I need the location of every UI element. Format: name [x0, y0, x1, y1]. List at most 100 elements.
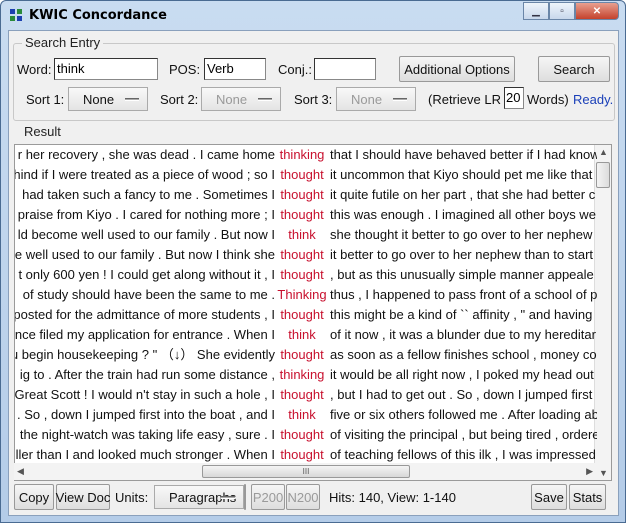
left-context: nce filed my application for entrance . …	[15, 327, 275, 342]
left-context: t only 600 yen ! I could get along witho…	[18, 267, 275, 282]
concordance-row[interactable]: nce filed my application for entrance . …	[15, 325, 597, 345]
scroll-up-icon[interactable]: ▲	[599, 147, 608, 157]
horizontal-scroll-thumb[interactable]: III	[202, 465, 410, 478]
left-context-clip: praise from Kiyo . I cared for nothing m…	[15, 205, 275, 225]
copy-button[interactable]: Copy	[14, 484, 54, 510]
right-context: of teaching fellows of this ilk , I was …	[330, 447, 596, 462]
close-button[interactable]: ✕	[575, 2, 619, 20]
word-label: Word:	[17, 62, 52, 77]
retrieve-label: (Retrieve LR	[428, 92, 501, 107]
right-context: that I should have behaved better if I h…	[330, 147, 597, 162]
search-button[interactable]: Search	[538, 56, 610, 82]
right-context: it uncommon that Kiyo should pet me like…	[330, 167, 593, 182]
conj-label: Conj.:	[278, 62, 312, 77]
left-context: of study should have been the same to me…	[22, 287, 275, 302]
left-context: ld become well used to our family . But …	[17, 227, 275, 242]
left-context: praise from Kiyo . I cared for nothing m…	[17, 207, 275, 222]
concordance-row[interactable]: r her recovery , she was dead . I came h…	[15, 145, 597, 165]
keyword: thought	[280, 427, 324, 442]
left-context-clip: hind if I were treated as a piece of woo…	[15, 165, 275, 185]
right-context: she thought it better to go over to her …	[330, 227, 593, 242]
scroll-right-icon[interactable]: ▶	[586, 466, 593, 477]
left-context: the night-watch was taking life easy , s…	[19, 427, 275, 442]
stats-button[interactable]: Stats	[569, 484, 606, 510]
keyword: think	[288, 227, 316, 242]
keyword: thought	[280, 347, 324, 362]
right-context: of visiting the principal , but being ti…	[330, 427, 597, 442]
concordance-row[interactable]: the night-watch was taking life easy , s…	[15, 425, 597, 445]
left-context: hind if I were treated as a piece of woo…	[15, 167, 275, 182]
right-context: five or six others followed me . After l…	[330, 407, 597, 422]
left-context-clip: of study should have been the same to me…	[15, 285, 275, 305]
scroll-down-icon[interactable]: ▼	[599, 468, 608, 478]
view-doc-button[interactable]: View Doc	[56, 484, 110, 510]
maximize-button[interactable]: ▫	[549, 2, 575, 20]
result-legend: Result	[21, 124, 64, 139]
units-select[interactable]: Paragraphs	[154, 485, 244, 509]
left-context-clip: u begin housekeeping ? " （↓） She evident…	[15, 345, 275, 365]
concordance-row[interactable]: e well used to our family . But now I th…	[15, 245, 597, 265]
right-context: it would be all right now , I poked my h…	[330, 367, 594, 382]
sort2-select[interactable]: None	[201, 87, 281, 111]
additional-options-button[interactable]: Additional Options	[399, 56, 515, 82]
left-context: u begin housekeeping ? " （↓） She evident…	[15, 347, 275, 362]
sort3-value: None	[351, 92, 383, 107]
horizontal-scrollbar[interactable]: ◀ III ▶	[14, 463, 596, 480]
right-context: thus , I happened to pass front of a sch…	[330, 287, 597, 302]
search-entry-group: Search Entry Word: think POS: Verb Conj.…	[13, 35, 615, 121]
concordance-row[interactable]: ller than I and looked much stronger . W…	[15, 445, 597, 465]
sort3-select[interactable]: None	[336, 87, 416, 111]
concordance-row[interactable]: t only 600 yen ! I could get along witho…	[15, 265, 597, 285]
left-context-clip: e well used to our family . But now I th…	[15, 245, 275, 265]
pos-input[interactable]: Verb	[204, 58, 266, 80]
concordance-row[interactable]: had taken such a fancy to me . Sometimes…	[15, 185, 597, 205]
keyword: thought	[280, 447, 324, 462]
left-context-clip: t only 600 yen ! I could get along witho…	[15, 265, 275, 285]
vertical-scroll-thumb[interactable]	[596, 162, 610, 188]
concordance-row[interactable]: ig to . After the train had run some dis…	[15, 365, 597, 385]
left-context-clip: ld become well used to our family . But …	[15, 225, 275, 245]
minimize-button[interactable]: ▁	[523, 2, 549, 20]
concordance-row[interactable]: ld become well used to our family . But …	[15, 225, 597, 245]
sort1-select[interactable]: None	[68, 87, 148, 111]
dropdown-icon	[258, 98, 272, 101]
right-context: , but as this unusually simple manner ap…	[330, 267, 594, 282]
left-context-clip: had taken such a fancy to me . Sometimes…	[15, 185, 275, 205]
retrieve-lr-input[interactable]: 20	[504, 87, 524, 109]
left-context: r her recovery , she was dead . I came h…	[17, 147, 275, 162]
right-context: it quite futile on her part , that she h…	[330, 187, 596, 202]
save-button[interactable]: Save	[531, 484, 567, 510]
sort1-value: None	[83, 92, 115, 107]
left-context: ig to . After the train had run some dis…	[19, 367, 275, 382]
dropdown-icon	[125, 98, 139, 101]
pos-label: POS:	[169, 62, 201, 77]
concordance-row[interactable]: praise from Kiyo . I cared for nothing m…	[15, 205, 597, 225]
word-input[interactable]: think	[54, 58, 158, 80]
concordance-row[interactable]: hind if I were treated as a piece of woo…	[15, 165, 597, 185]
left-context-clip: r her recovery , she was dead . I came h…	[15, 145, 275, 165]
sort2-value: None	[216, 92, 248, 107]
concordance-row[interactable]: of study should have been the same to me…	[15, 285, 597, 305]
left-context-clip: Great Scott ! I would n't stay in such a…	[15, 385, 275, 405]
right-context: , but I had to get out . So , down I jum…	[330, 387, 593, 402]
right-context: this was enough . I imagined all other b…	[330, 207, 596, 222]
keyword: thinking	[279, 367, 325, 382]
concordance-row[interactable]: posted for the admittance of more studen…	[15, 305, 597, 325]
concordance-row[interactable]: . So , down I jumped first into the boat…	[15, 405, 597, 425]
concordance-row[interactable]: u begin housekeeping ? " （↓） She evident…	[15, 345, 597, 365]
n200-button[interactable]: N200	[286, 484, 320, 510]
concordance-row[interactable]: Great Scott ! I would n't stay in such a…	[15, 385, 597, 405]
keyword: thought	[280, 387, 324, 402]
conj-input[interactable]	[314, 58, 376, 80]
right-context: as soon as a fellow finishes school , mo…	[330, 347, 597, 362]
client-area: Search Entry Word: think POS: Verb Conj.…	[8, 30, 619, 516]
hits-text: Hits: 140, View: 1-140	[329, 490, 456, 505]
keyword: thought	[280, 207, 324, 222]
p200-button[interactable]: P200	[251, 484, 285, 510]
left-context-clip: posted for the admittance of more studen…	[15, 305, 275, 325]
scroll-left-icon[interactable]: ◀	[17, 466, 24, 477]
keyword: thinking	[279, 147, 325, 162]
concordance-list[interactable]: ▲ ▼ r her recovery , she was dead . I ca…	[14, 144, 612, 481]
sort2-label: Sort 2:	[160, 92, 199, 107]
keyword: thought	[280, 167, 324, 182]
